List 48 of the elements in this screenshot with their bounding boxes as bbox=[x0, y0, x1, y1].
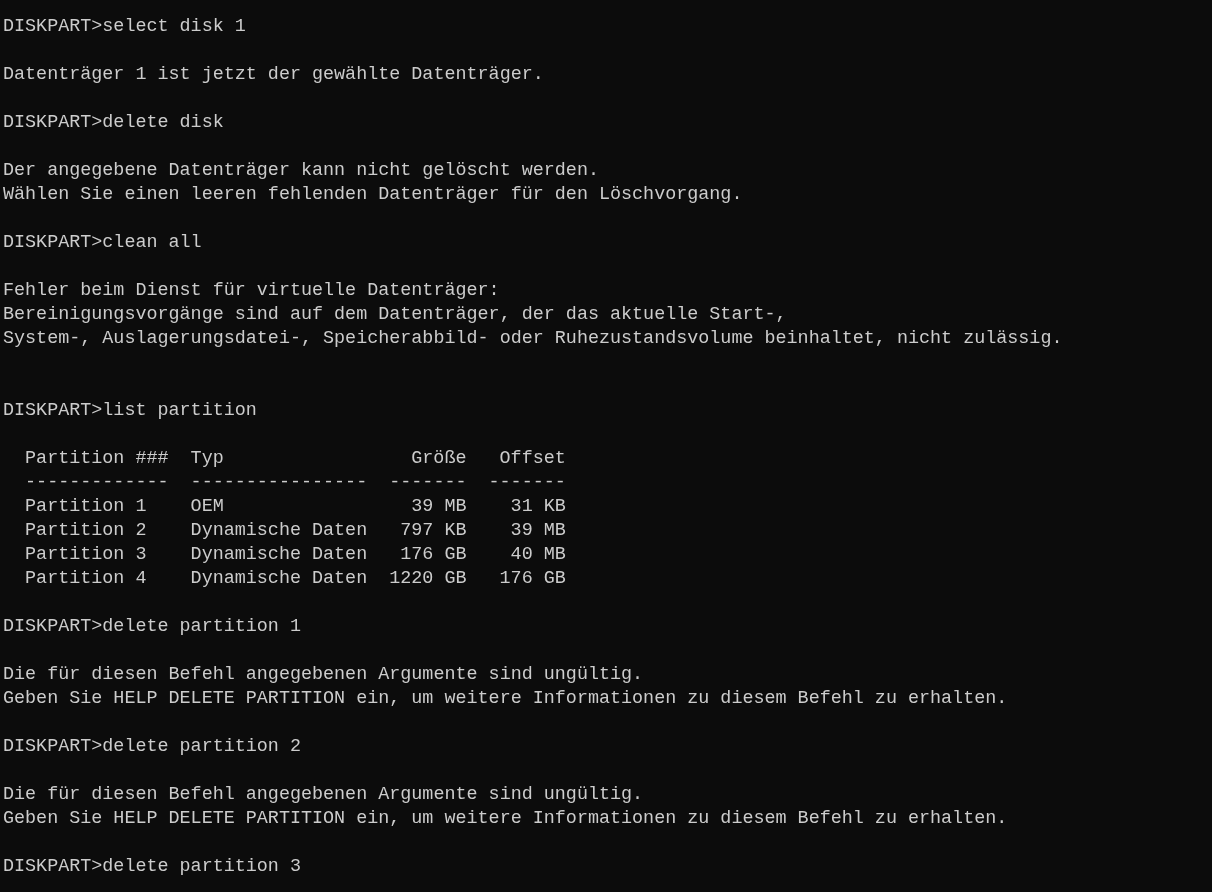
output-text: Der angegebene Datenträger kann nicht gelöscht werden. bbox=[3, 159, 599, 183]
command-text: delete disk bbox=[102, 111, 224, 135]
command-text: select disk 1 bbox=[102, 15, 246, 39]
prompt-text: DISKPART> bbox=[3, 231, 103, 255]
table-cell-text: 31 KB bbox=[509, 495, 566, 519]
output-text: Fehler beim Dienst für virtuelle Datenträger: bbox=[3, 279, 500, 303]
command-text: delete partition 1 bbox=[102, 615, 301, 639]
table-cell-text: 39 MB bbox=[410, 495, 467, 519]
column-header: Partition ### bbox=[25, 447, 169, 471]
header-rule: ------- bbox=[488, 471, 566, 495]
output-text: Wählen Sie einen leeren fehlenden Datenträger für den Löschvorgang. bbox=[3, 183, 743, 207]
header-rule: ------------- bbox=[25, 471, 169, 495]
output-text: Geben Sie HELP DELETE PARTITION ein, um weitere Informationen zu diesem Befehl zu erhalten. bbox=[3, 807, 1008, 831]
header-rule: ---------------- bbox=[190, 471, 368, 495]
header-rule: ------- bbox=[389, 471, 467, 495]
prompt-text: DISKPART> bbox=[3, 615, 103, 639]
output-text: System-, Auslagerungsdatei-, Speicherabbild- oder Ruhezustandsvolume beinhaltet, nicht zulässig. bbox=[3, 327, 1063, 351]
table-cell-text: 176 GB bbox=[498, 567, 566, 591]
output-text: Datenträger 1 ist jetzt der gewählte Datenträger. bbox=[3, 63, 544, 87]
column-header: Größe bbox=[410, 447, 467, 471]
prompt-text: DISKPART> bbox=[3, 735, 103, 759]
prompt-text: DISKPART> bbox=[3, 15, 103, 39]
output-text: Die für diesen Befehl angegebenen Argumente sind ungültig. bbox=[3, 783, 644, 807]
table-cell-text: 39 MB bbox=[509, 519, 566, 543]
table-cell-text: Partition 4 bbox=[25, 567, 148, 591]
table-cell-text: 176 GB bbox=[399, 543, 467, 567]
output-text: Die für diesen Befehl angegebenen Argumente sind ungültig. bbox=[3, 663, 644, 687]
table-cell-text: OEM bbox=[190, 495, 225, 519]
column-header: Typ bbox=[190, 447, 225, 471]
table-cell: 1220 GB bbox=[389, 567, 467, 591]
table-cell-text: Partition 3 bbox=[25, 543, 148, 567]
output-text: Geben Sie HELP DELETE PARTITION ein, um weitere Informationen zu diesem Befehl zu erhalten. bbox=[3, 687, 1008, 711]
table-cell: Dynamische Daten bbox=[190, 543, 368, 567]
prompt-text: DISKPART> bbox=[3, 399, 103, 423]
table-cell-text: 797 KB bbox=[399, 519, 467, 543]
column-header: Offset bbox=[498, 447, 566, 471]
output-text: Bereinigungsvorgänge sind auf dem Datenträger, der das aktuelle Start-, bbox=[3, 303, 787, 327]
table-cell: Dynamische Daten bbox=[190, 519, 368, 543]
prompt-text: DISKPART> bbox=[3, 111, 103, 135]
table-cell-text: 40 MB bbox=[509, 543, 566, 567]
table-cell: Dynamische Daten bbox=[190, 567, 368, 591]
command-text: clean all bbox=[102, 231, 202, 255]
command-text: delete partition 2 bbox=[102, 735, 301, 759]
command-text: list partition bbox=[102, 399, 257, 423]
command-text: delete partition 3 bbox=[102, 855, 301, 879]
table-cell-text: Partition 1 bbox=[25, 495, 148, 519]
prompt-text: DISKPART> bbox=[3, 855, 103, 879]
table-cell-text: Partition 2 bbox=[25, 519, 148, 543]
